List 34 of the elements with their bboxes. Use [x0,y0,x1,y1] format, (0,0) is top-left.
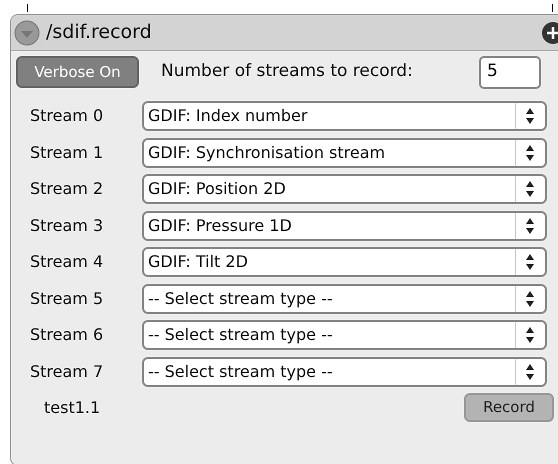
stream-label: Stream 7 [30,360,104,383]
stream-count-field[interactable]: 5 [479,56,541,88]
up-down-arrows-icon [526,218,534,234]
up-down-arrows-icon [526,108,534,124]
up-down-arrows-icon [526,254,534,270]
stream-type-dropdown[interactable]: GDIF: Tilt 2D [142,247,547,278]
up-down-arrows-icon [526,144,534,161]
stream-label: Stream 1 [30,142,104,164]
stream-type-dropdown[interactable]: -- Select stream type -- [142,284,547,314]
stream-type-dropdown[interactable]: -- Select stream type -- [142,356,547,387]
stream-label: Stream 3 [30,214,104,237]
stream-label: Stream 5 [30,288,104,310]
tick-mark [27,4,28,12]
stream-type-dropdown[interactable]: -- Select stream type -- [142,320,547,350]
collapse-icon[interactable] [14,20,40,46]
tick-mark [552,4,553,12]
add-icon[interactable] [541,21,558,45]
stream-label: Stream 4 [30,251,104,274]
stream-type-dropdown[interactable]: GDIF: Synchronisation stream [142,138,547,168]
stream-label: Stream 2 [30,178,104,200]
stream-type-dropdown[interactable]: GDIF: Position 2D [142,174,547,204]
stream-type-dropdown[interactable]: GDIF: Pressure 1D [142,210,547,241]
up-down-arrows-icon [526,327,534,344]
name-label: test1.1 [44,396,100,418]
window-title: /sdif.record [46,20,152,46]
up-down-arrows-icon [526,364,534,380]
stream-type-dropdown[interactable]: GDIF: Index number [142,101,547,132]
record-button[interactable]: Record [464,393,554,422]
stream-label: Stream 0 [30,105,104,128]
stream-count-label: Number of streams to record: [161,60,414,84]
up-down-arrows-icon [526,290,534,307]
verbose-button[interactable]: Verbose On [16,56,139,88]
stream-label: Stream 6 [30,324,104,346]
up-down-arrows-icon [526,181,534,198]
